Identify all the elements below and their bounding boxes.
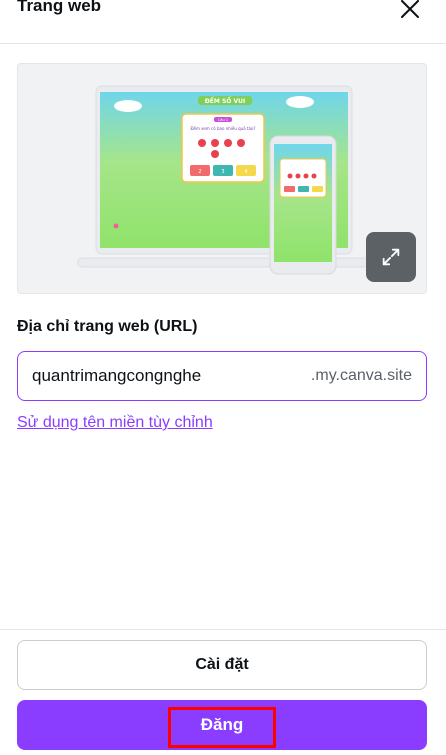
preview-answer-1: 2 — [198, 169, 201, 175]
expand-preview-button[interactable] — [366, 232, 416, 282]
preview-badge: Câu 1 — [218, 118, 228, 122]
website-preview: ĐẾM SỐ VUI Câu 1 Đếm xem có bao nhiêu qu… — [17, 63, 427, 294]
panel-header: Trang web — [0, 0, 446, 44]
footer-divider — [0, 629, 446, 630]
url-suffix: .my.canva.site — [310, 367, 412, 384]
preview-answer-3: 4 — [244, 169, 247, 175]
publish-button-label: Đăng — [200, 715, 244, 734]
custom-domain-link[interactable]: Sử dụng tên miền tùy chỉnh — [17, 414, 213, 432]
close-icon[interactable] — [398, 0, 422, 21]
preview-site-title: ĐẾM SỐ VUI — [205, 97, 245, 105]
url-field[interactable]: .my.canva.site — [17, 351, 427, 401]
preview-question: Đếm xem có bao nhiêu quả táo? — [190, 126, 255, 131]
preview-answer-2: 3 — [221, 169, 224, 175]
expand-icon — [382, 248, 400, 266]
publish-button[interactable]: Đăng — [17, 700, 427, 750]
url-input[interactable] — [32, 352, 292, 400]
settings-button[interactable]: Cài đặt — [17, 640, 427, 690]
url-label: Địa chỉ trang web (URL) — [17, 318, 198, 335]
panel-title: Trang web — [17, 0, 102, 15]
settings-button-label: Cài đặt — [195, 656, 249, 673]
